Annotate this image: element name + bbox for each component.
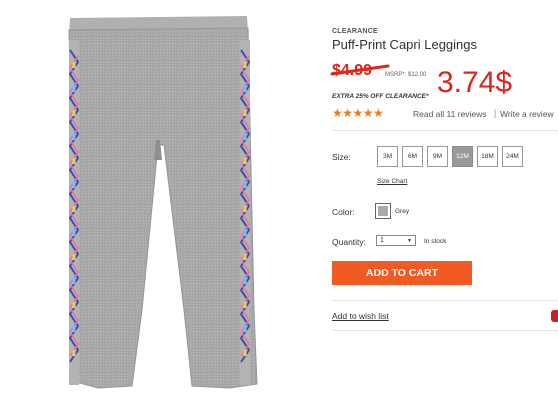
swatch-fill (378, 206, 388, 216)
color-name: Grey (395, 208, 410, 215)
size-option-24m[interactable]: 24M (502, 146, 523, 167)
size-chart-link[interactable]: Size Chart (377, 178, 407, 185)
right-side-print (239, 40, 251, 385)
size-option-12m[interactable]: 12M (452, 146, 473, 167)
divider (332, 130, 558, 131)
read-reviews-link[interactable]: Read all 11 reviews (413, 109, 487, 119)
size-option-18m[interactable]: 18M (477, 146, 498, 167)
size-options: 3M 6M 9M 12M 18M 24M (377, 146, 523, 167)
size-option-6m[interactable]: 6M (402, 146, 423, 167)
divider (332, 300, 558, 301)
clearance-badge: CLEARANCE (332, 28, 378, 35)
sale-price: 3.74$ (437, 66, 513, 99)
chevron-down-icon: ▼ (407, 237, 412, 244)
review-separator: | (494, 108, 497, 118)
product-title: Puff-Print Capri Leggings (332, 37, 478, 52)
price-strikethrough (330, 64, 390, 76)
color-label: Color: (332, 207, 355, 217)
rating-stars: ★★★★★ (332, 106, 384, 120)
quantity-value: 1 (380, 237, 384, 244)
quantity-label: Quantity: (332, 237, 367, 247)
stock-status: In stock (424, 238, 447, 245)
size-option-9m[interactable]: 9M (427, 146, 448, 167)
size-option-3m[interactable]: 3M (377, 146, 398, 167)
divider (332, 330, 558, 331)
size-label: Size: (332, 152, 351, 162)
color-swatch-grey[interactable] (375, 203, 391, 219)
left-side-print (68, 40, 80, 385)
quantity-select[interactable]: 1 ▼ (376, 235, 416, 246)
leggings-illustration (68, 16, 258, 389)
promo-text: EXTRA 25% OFF CLEARANCE* (332, 93, 429, 100)
product-image (52, 10, 272, 395)
msrp-price: MSRP*: $12.00 (385, 72, 427, 78)
add-to-wishlist-link[interactable]: Add to wish list (332, 311, 389, 321)
pinterest-icon[interactable] (551, 310, 558, 322)
write-review-link[interactable]: Write a review (500, 109, 554, 119)
add-to-cart-button[interactable]: ADD TO CART (332, 261, 472, 285)
